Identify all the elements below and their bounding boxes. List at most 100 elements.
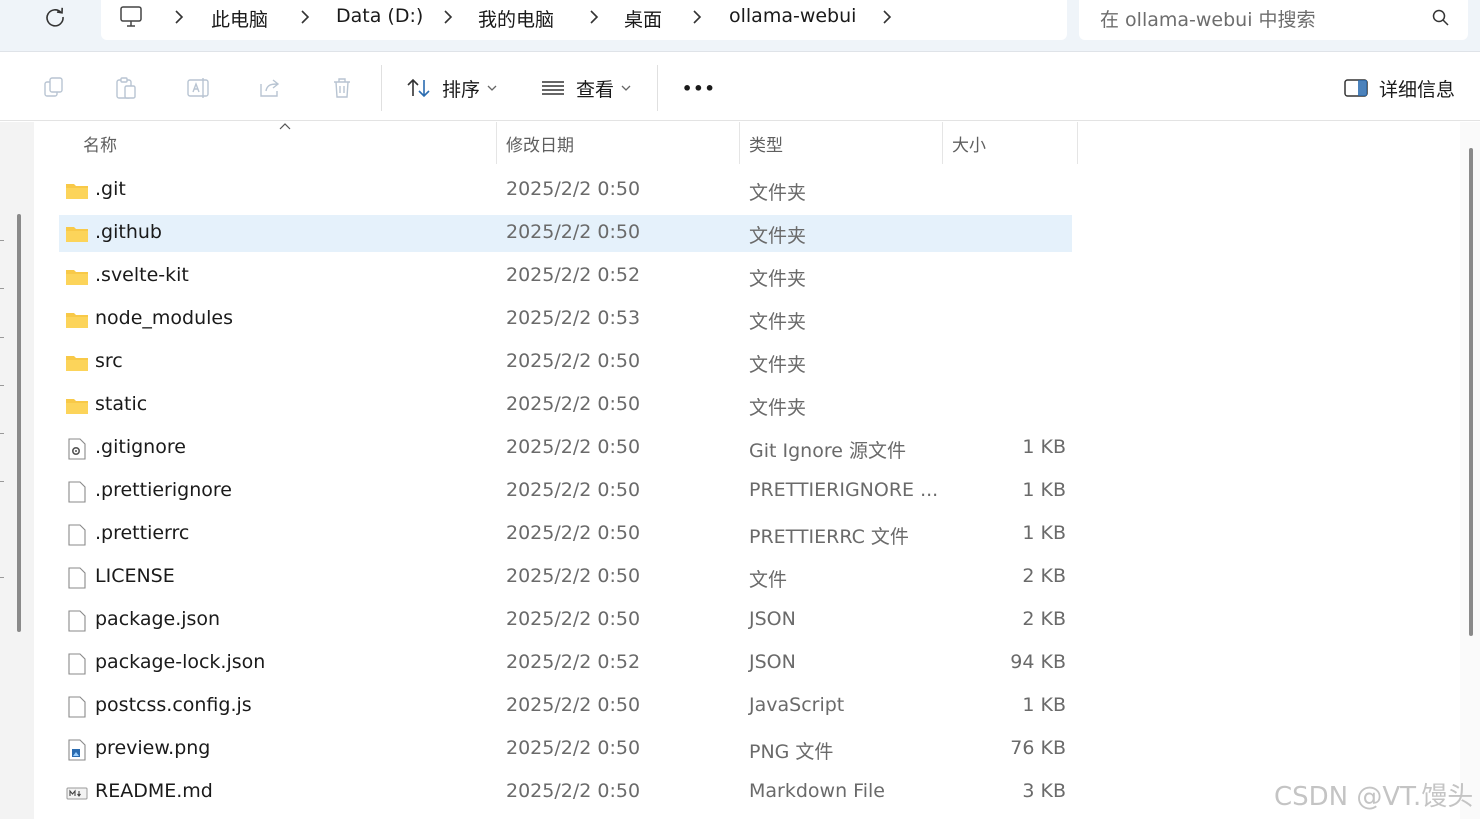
file-size: 3 KB	[1022, 780, 1066, 802]
list-view-icon	[540, 77, 566, 99]
rename-icon[interactable]	[185, 75, 211, 101]
file-row[interactable]: .prettierrc 2025/2/2 0:50 PRETTIERRC 文件 1 K…	[59, 516, 1072, 553]
divider	[0, 481, 4, 482]
file-size: 1 KB	[1022, 479, 1066, 501]
chevron-right-icon	[590, 10, 599, 24]
file-row[interactable]: .github 2025/2/2 0:50 文件夹	[59, 215, 1072, 252]
breadcrumb-data-drive[interactable]: Data (D:)	[336, 5, 423, 27]
details-pane-button[interactable]: 详细信息	[1343, 75, 1455, 101]
file-size: 1 KB	[1022, 694, 1066, 716]
file-type: 文件夹	[749, 354, 807, 376]
navigation-scrollbar[interactable]	[17, 214, 21, 632]
column-header-type[interactable]: 类型	[749, 122, 783, 164]
file-size: 76 KB	[1010, 737, 1066, 759]
paste-icon[interactable]	[113, 75, 139, 101]
file-date: 2025/2/2 0:52	[506, 264, 641, 286]
breadcrumb-this-pc[interactable]: 此电脑	[211, 5, 268, 32]
search-icon[interactable]	[1431, 8, 1451, 32]
file-date: 2025/2/2 0:50	[506, 221, 641, 243]
breadcrumb-my-computer[interactable]: 我的电脑	[478, 5, 554, 32]
more-options-button[interactable]: •••	[682, 75, 716, 101]
file-date: 2025/2/2 0:50	[506, 178, 641, 200]
copy-icon[interactable]	[41, 75, 67, 101]
sort-button[interactable]: 排序	[406, 75, 497, 101]
file-type: PRETTIERRC 文件	[749, 526, 909, 548]
breadcrumb-ollama-webui[interactable]: ollama-webui	[729, 5, 856, 27]
file-name: LICENSE	[95, 565, 175, 587]
file-type: JSON	[749, 651, 796, 673]
file-row[interactable]: .prettierignore 2025/2/2 0:50 PRETTIERIGNO…	[59, 473, 1072, 510]
file-row[interactable]: preview.png 2025/2/2 0:50 PNG 文件 76 KB	[59, 731, 1072, 768]
file-row[interactable]: .svelte-kit 2025/2/2 0:52 文件夹	[59, 258, 1072, 295]
file-date: 2025/2/2 0:52	[506, 651, 641, 673]
divider	[0, 577, 4, 578]
folder-icon	[65, 395, 89, 417]
file-name: .git	[95, 178, 126, 200]
file-name: .prettierrc	[95, 522, 190, 544]
file-row[interactable]: README.md 2025/2/2 0:50 Markdown File 3 KB	[59, 774, 1072, 811]
file-type: 文件夹	[749, 182, 807, 204]
search-box[interactable]: 在 ollama-webui 中搜索	[1079, 0, 1468, 40]
file-type: PRETTIERIGNORE ...	[749, 479, 939, 501]
file-row[interactable]: LICENSE 2025/2/2 0:50 文件 2 KB	[59, 559, 1072, 596]
file-date: 2025/2/2 0:50	[506, 393, 641, 415]
toolbar-divider	[381, 65, 382, 111]
file-row[interactable]: node_modules 2025/2/2 0:53 文件夹	[59, 301, 1072, 338]
file-row[interactable]: src 2025/2/2 0:50 文件夹	[59, 344, 1072, 381]
address-bar[interactable]: 此电脑 Data (D:) 我的电脑 桌面 ollama-webui	[101, 0, 1067, 40]
file-name: .github	[95, 221, 162, 243]
file-name: package.json	[95, 608, 221, 630]
file-row[interactable]: .git 2025/2/2 0:50 文件夹	[59, 172, 1072, 209]
file-row[interactable]: package.json 2025/2/2 0:50 JSON 2 KB	[59, 602, 1072, 639]
file-icon	[65, 653, 89, 675]
file-date: 2025/2/2 0:50	[506, 694, 641, 716]
search-input[interactable]: 在 ollama-webui 中搜索	[1100, 5, 1316, 32]
chevron-right-icon[interactable]	[879, 8, 895, 26]
monitor-icon	[118, 4, 144, 34]
file-date: 2025/2/2 0:53	[506, 307, 641, 329]
refresh-icon[interactable]	[38, 3, 72, 31]
file-date: 2025/2/2 0:50	[506, 737, 641, 759]
file-size: 1 KB	[1022, 436, 1066, 458]
column-divider[interactable]	[496, 122, 497, 164]
column-divider[interactable]	[1077, 122, 1078, 164]
file-name: .gitignore	[95, 436, 186, 458]
file-date: 2025/2/2 0:50	[506, 522, 641, 544]
sort-label: 排序	[442, 78, 481, 101]
file-row[interactable]: postcss.config.js 2025/2/2 0:50 JavaScript…	[59, 688, 1072, 725]
folder-icon	[65, 352, 89, 374]
chevron-down-icon	[487, 84, 497, 92]
column-header-name[interactable]: 名称	[83, 122, 117, 164]
vertical-scrollbar[interactable]	[1469, 148, 1473, 636]
view-button[interactable]: 查看	[540, 75, 631, 101]
file-type: Markdown File	[749, 780, 885, 802]
share-icon[interactable]	[257, 75, 283, 101]
file-row[interactable]: static 2025/2/2 0:50 文件夹	[59, 387, 1072, 424]
file-type: 文件夹	[749, 397, 807, 419]
column-header-date[interactable]: 修改日期	[506, 122, 574, 164]
file-row[interactable]: .gitignore 2025/2/2 0:50 Git Ignore 源文件 1 K…	[59, 430, 1072, 467]
details-label: 详细信息	[1379, 78, 1456, 101]
file-date: 2025/2/2 0:50	[506, 565, 641, 587]
file-type: JSON	[749, 608, 796, 630]
column-divider[interactable]	[942, 122, 943, 164]
file-date: 2025/2/2 0:50	[506, 479, 641, 501]
breadcrumb-desktop[interactable]: 桌面	[624, 5, 662, 32]
column-header-size[interactable]: 大小	[952, 122, 986, 164]
file-name: .svelte-kit	[95, 264, 189, 286]
folder-icon	[65, 266, 89, 288]
file-icon	[65, 567, 89, 589]
divider	[0, 337, 4, 338]
column-divider[interactable]	[739, 122, 740, 164]
chevron-down-icon	[621, 84, 631, 92]
file-size: 2 KB	[1022, 608, 1066, 630]
file-name: README.md	[95, 780, 213, 802]
divider	[0, 240, 4, 241]
file-list-pane: 名称 修改日期 类型 大小 .git 2025/2/2 0:50 文件夹 .githu…	[0, 122, 1480, 819]
chevron-right-icon	[444, 10, 453, 24]
delete-icon[interactable]	[329, 75, 355, 101]
file-name: .prettierignore	[95, 479, 232, 501]
file-row[interactable]: package-lock.json 2025/2/2 0:52 JSON 94 KB	[59, 645, 1072, 682]
folder-icon	[65, 223, 89, 245]
watermark: CSDN @VT.馒头	[1274, 782, 1474, 812]
